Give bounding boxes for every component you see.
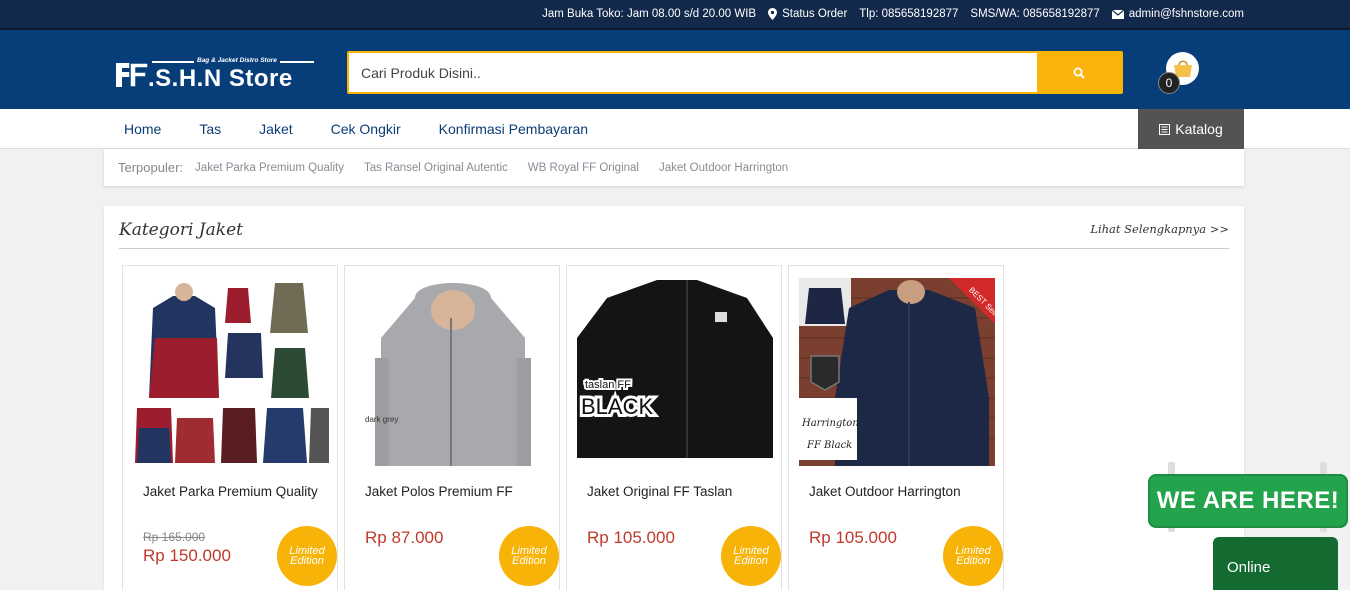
product-price: Rp 150.000 (143, 546, 231, 565)
popular-label: Terpopuler: (118, 160, 184, 175)
search-icon (1073, 67, 1085, 79)
limited-edition-badge: Limited Edition (943, 526, 1003, 586)
see-more-link[interactable]: Lihat Selengkapnya >> (1090, 222, 1229, 236)
product-name[interactable]: Jaket Original FF Taslan (587, 484, 732, 499)
we-are-here-sign[interactable]: WE ARE HERE! (1148, 462, 1348, 537)
envelope-icon (1111, 9, 1124, 19)
image-caption-2: FF Black (806, 440, 852, 451)
limited-edition-badge: Limited Edition (721, 526, 781, 586)
harrington-jacket-image: BEST Seller Harrington FF Black (799, 278, 995, 466)
sms-wa-number: SMS/WA: 085658192877 (970, 8, 1100, 20)
product-image[interactable]: BEST Seller Harrington FF Black (799, 278, 995, 466)
product-card[interactable]: taslan FF BLACK Jaket Original FF Taslan… (566, 265, 782, 590)
we-are-here-banner[interactable]: WE ARE HERE! (1148, 474, 1348, 528)
category-divider (119, 248, 1229, 249)
search-button[interactable] (1037, 53, 1121, 92)
parka-collage-image (133, 278, 329, 466)
email-link[interactable]: admin@fshnstore.com (1111, 8, 1244, 20)
katalog-button[interactable]: Katalog (1138, 109, 1244, 149)
store-hours: Jam Buka Toko: Jam 08.00 s/d 20.00 WIB (542, 8, 757, 20)
popular-link[interactable]: Jaket Parka Premium Quality (195, 162, 344, 174)
store-logo[interactable]: Bag & Jacket Distro Store .S.H.N Store (114, 57, 316, 93)
product-card[interactable]: dark grey Jaket Polos Premium FF Rp 87.0… (344, 265, 560, 590)
cart-button[interactable]: 0 (1158, 52, 1202, 96)
phone-number: Tlp: 085658192877 (859, 8, 959, 20)
status-order-link[interactable]: Status Order (768, 8, 847, 20)
product-name[interactable]: Jaket Polos Premium FF (365, 484, 513, 499)
nav-home[interactable]: Home (124, 121, 161, 137)
product-name[interactable]: Jaket Parka Premium Quality (143, 484, 318, 499)
product-card[interactable]: Jaket Parka Premium Quality Rp 165.000 R… (122, 265, 338, 590)
map-pin-icon (768, 8, 778, 20)
logo-tagline: Bag & Jacket Distro Store (194, 57, 280, 64)
product-price: Rp 87.000 (365, 528, 444, 547)
nav-tas[interactable]: Tas (199, 121, 221, 137)
search-bar (347, 51, 1123, 94)
popular-bar: Terpopuler: Jaket Parka Premium Quality … (104, 149, 1244, 186)
limited-edition-badge: Limited Edition (499, 526, 559, 586)
image-color-label: dark grey (365, 415, 398, 424)
logo-name: .S.H.N Store (148, 65, 293, 92)
category-section: Kategori Jaket Lihat Selengkapnya >> Jak… (104, 206, 1244, 590)
popular-link[interactable]: WB Royal FF Original (528, 162, 639, 174)
cart-count-badge: 0 (1158, 72, 1180, 94)
ff-logo-icon (116, 62, 149, 88)
top-info-bar: Jam Buka Toko: Jam 08.00 s/d 20.00 WIB S… (0, 0, 1350, 30)
image-caption-1: Harrington (801, 418, 859, 429)
popular-link[interactable]: Jaket Outdoor Harrington (659, 162, 788, 174)
category-title: Kategori Jaket (119, 220, 243, 240)
product-card[interactable]: BEST Seller Harrington FF Black Jaket Ou… (788, 265, 1004, 590)
image-caption-1: taslan FF (585, 379, 631, 391)
nav-cek-ongkir[interactable]: Cek Ongkir (331, 121, 401, 137)
chat-online-button[interactable]: Online (1213, 537, 1338, 590)
product-old-price: Rp 165.000 (143, 530, 206, 544)
product-image[interactable]: dark grey (355, 278, 551, 466)
list-icon (1159, 123, 1171, 135)
nav-konfirmasi-pembayaran[interactable]: Konfirmasi Pembayaran (439, 121, 588, 137)
product-price: Rp 105.000 (587, 528, 675, 547)
product-name[interactable]: Jaket Outdoor Harrington (809, 484, 961, 499)
nav-jaket[interactable]: Jaket (259, 121, 292, 137)
product-price: Rp 105.000 (809, 528, 897, 547)
image-caption-2: BLACK (581, 394, 653, 419)
popular-link[interactable]: Tas Ransel Original Autentic (364, 162, 508, 174)
grey-hoodie-image: dark grey (355, 278, 551, 466)
site-header: Bag & Jacket Distro Store .S.H.N Store 0 (0, 30, 1350, 109)
main-nav: Home Tas Jaket Cek Ongkir Konfirmasi Pem… (0, 109, 1350, 149)
black-taslan-jacket-image: taslan FF BLACK (577, 278, 773, 466)
limited-edition-badge: Limited Edition (277, 526, 337, 586)
product-image[interactable] (133, 278, 329, 466)
product-image[interactable]: taslan FF BLACK (577, 278, 773, 466)
search-input[interactable] (349, 53, 1037, 92)
